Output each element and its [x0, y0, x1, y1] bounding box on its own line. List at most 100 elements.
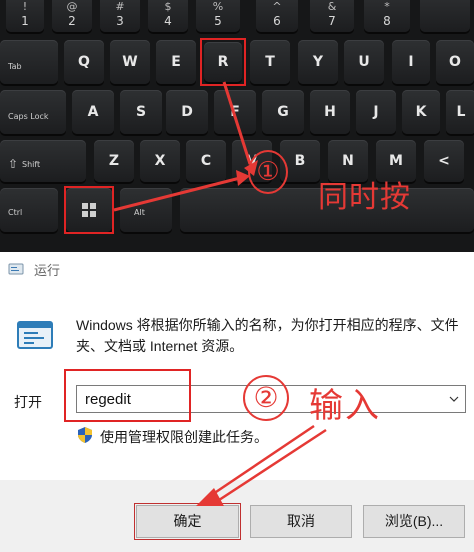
run-dialog: 运行 Windows 将根据你所输入的名称，为你打开相应的程序、文件夹、文档或 …	[0, 252, 474, 552]
key-6-shift: ^	[272, 0, 282, 13]
key-5: % 5	[196, 0, 240, 32]
key-8: * 8	[364, 0, 410, 32]
key-y: Y	[298, 40, 338, 84]
key-1-digit: 1	[21, 14, 29, 28]
key-z: Z	[94, 140, 134, 182]
key-9-partial	[420, 0, 470, 32]
ok-button[interactable]: 确定	[136, 505, 239, 538]
key-tab-label: Tab	[8, 62, 22, 71]
key-s: S	[120, 90, 162, 134]
key-x-label: X	[154, 153, 166, 169]
key-k: K	[402, 90, 440, 134]
key-b-label: B	[294, 153, 306, 169]
key-c-label: C	[200, 153, 212, 169]
key-6-digit: 6	[273, 14, 281, 28]
key-o-label: O	[449, 54, 461, 70]
dialog-title-bar: 运行	[8, 261, 61, 278]
key-4: $ 4	[148, 0, 188, 32]
key-2: @ 2	[52, 0, 92, 32]
key-r-highlight	[200, 38, 246, 86]
key-alt: Alt	[120, 188, 172, 232]
run-app-icon	[16, 320, 54, 350]
key-tab: Tab	[0, 40, 58, 84]
key-l: L	[446, 90, 474, 134]
key-y-label: Y	[312, 54, 324, 70]
key-d-label: D	[181, 104, 193, 120]
open-label: 打开	[14, 394, 42, 410]
step2-caption: 输入	[309, 386, 381, 426]
key-l-label: L	[456, 104, 466, 120]
keyboard-photo: ! 1 @ 2 # 3 $ 4 % 5 ^ 6 & 7 * 8 Tab Q W …	[0, 0, 474, 252]
browse-button[interactable]: 浏览(B)...	[363, 505, 465, 538]
key-shift: Shift ⇧	[0, 140, 86, 182]
key-e-label: E	[171, 54, 181, 70]
key-4-digit: 4	[164, 14, 172, 28]
key-6: ^ 6	[256, 0, 298, 32]
step1-marker: ①	[248, 150, 288, 194]
key-h: H	[310, 90, 350, 134]
key-1-shift: !	[22, 0, 28, 13]
key-7-shift: &	[327, 0, 337, 13]
key-t-label: T	[265, 54, 275, 70]
step1-caption: 同时按	[318, 180, 411, 215]
key-w-label: W	[122, 54, 138, 70]
key-k-label: K	[415, 104, 427, 120]
key-s-label: S	[135, 104, 147, 120]
chevron-down-icon[interactable]	[443, 386, 465, 412]
key-j: J	[356, 90, 396, 134]
key-q: Q	[64, 40, 104, 84]
step2-marker: ②	[243, 375, 289, 421]
key-3-shift: #	[115, 0, 125, 13]
key-q-label: Q	[78, 54, 90, 70]
command-highlight	[64, 369, 191, 422]
key-j-label: J	[373, 104, 379, 120]
dialog-description: Windows 将根据你所输入的名称，为你打开相应的程序、文件夹、文档或 Int…	[76, 317, 459, 354]
key-2-digit: 2	[68, 14, 76, 28]
key-e: E	[156, 40, 196, 84]
uac-shield-icon	[78, 426, 92, 448]
key-5-digit: 5	[214, 14, 222, 28]
key-1: ! 1	[6, 0, 44, 32]
key-8-digit: 8	[383, 14, 391, 28]
key-g: G	[262, 90, 304, 134]
key-caps-lock-label: Caps Lock	[8, 112, 49, 121]
key-u: U	[344, 40, 384, 84]
admin-note: 使用管理权限创建此任务。	[100, 429, 268, 445]
key-t: T	[250, 40, 290, 84]
admin-note-row: 使用管理权限创建此任务。	[78, 426, 268, 448]
key-2-shift: @	[66, 0, 78, 13]
key-z-label: Z	[108, 153, 120, 169]
shift-arrow-icon: ⇧	[8, 157, 19, 171]
key-7: & 7	[310, 0, 354, 32]
key-caps-lock: Caps Lock	[0, 90, 66, 134]
dialog-button-bar: 确定 取消 浏览(B)...	[0, 480, 474, 552]
key-i: I	[392, 40, 430, 84]
key-m-label: M	[389, 153, 403, 169]
key-i-label: I	[408, 54, 414, 70]
key-comma: <	[424, 140, 464, 182]
key-g-label: G	[277, 104, 289, 120]
key-5-shift: %	[212, 0, 224, 13]
key-alt-label: Alt	[134, 208, 145, 217]
key-7-digit: 7	[328, 14, 336, 28]
key-ctrl-label: Ctrl	[8, 208, 23, 217]
key-a-label: A	[87, 104, 99, 120]
key-4-shift: $	[164, 0, 172, 13]
cancel-button[interactable]: 取消	[250, 505, 352, 538]
key-c: C	[186, 140, 226, 182]
key-windows-highlight	[64, 186, 114, 234]
key-ctrl: Ctrl	[0, 188, 58, 232]
dialog-title: 运行	[34, 262, 61, 278]
key-shift-label: Shift	[22, 160, 41, 169]
run-icon	[8, 261, 24, 277]
key-a: A	[72, 90, 114, 134]
key-h-label: H	[324, 104, 336, 120]
key-comma-label: <	[438, 153, 450, 169]
key-u-label: U	[358, 54, 370, 70]
key-w: W	[110, 40, 150, 84]
key-n-label: N	[342, 153, 354, 169]
key-3: # 3	[100, 0, 140, 32]
key-x: X	[140, 140, 180, 182]
key-d: D	[166, 90, 208, 134]
key-8-shift: *	[384, 0, 390, 13]
